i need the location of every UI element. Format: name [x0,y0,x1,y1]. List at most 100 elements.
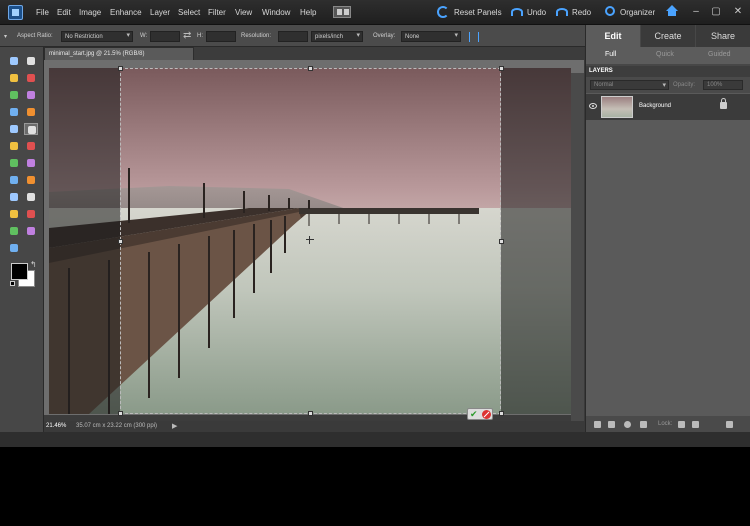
move-tool-icon[interactable] [7,55,21,67]
redo-button[interactable]: Redo [572,8,591,17]
minimize-button[interactable]: – [690,6,702,18]
organizer-icon[interactable] [605,6,615,16]
menu-select[interactable]: Select [178,8,200,17]
eyedropper-tool-icon[interactable] [24,72,38,84]
crop-handle-left[interactable] [118,239,123,244]
resolution-field[interactable] [278,31,308,42]
brush-tool-icon[interactable] [7,191,21,203]
reset-panels-button[interactable]: Reset Panels [454,8,502,17]
crop-handle-bottom-left[interactable] [118,411,123,416]
sponge-tool-icon[interactable] [7,242,21,254]
menu-image[interactable]: Image [79,8,101,17]
red-eye-tool-icon[interactable] [7,157,21,169]
hand-tool-icon[interactable] [7,72,21,84]
crop-handle-top-left[interactable] [118,66,123,71]
blur-tool-icon[interactable] [24,225,38,237]
tool-glyph [10,74,18,82]
crop-handle-right[interactable] [499,239,504,244]
new-layer-icon[interactable] [594,421,601,428]
width-field[interactable] [150,31,180,42]
tab-guided[interactable]: Guided [708,51,731,58]
quick-selection-tool-icon[interactable] [24,106,38,118]
eraser-tool-icon[interactable] [24,174,38,186]
delete-layer-icon[interactable] [726,421,733,428]
tab-create[interactable]: Create [641,25,695,47]
home-icon[interactable] [666,5,678,16]
spot-healing-tool-icon[interactable] [24,157,38,169]
layer-name: Background [639,103,672,109]
tab-quick[interactable]: Quick [656,51,674,58]
undo-icon[interactable] [511,8,523,16]
swap-dimensions-icon[interactable]: ⇄ [183,31,191,41]
lock-all-icon[interactable] [692,421,699,428]
layer-row-background[interactable]: Background [586,94,750,120]
paint-bucket-tool-icon[interactable] [7,208,21,220]
commit-crop-icon[interactable]: ✔ [470,409,478,420]
tool-glyph [10,57,18,65]
clone-stamp-tool-icon[interactable] [7,174,21,186]
tool-preset-picker[interactable]: ▾ [4,33,7,40]
arrange-layout-button[interactable] [333,6,351,18]
cancel-crop-icon[interactable] [482,410,491,419]
swap-colors-icon[interactable]: ↰ [30,260,37,269]
tab-edit[interactable]: Edit [586,25,640,47]
gradient-tool-icon[interactable] [24,208,38,220]
tool-glyph [27,74,35,82]
aspect-ratio-select[interactable]: No Restriction [61,31,133,42]
menu-help[interactable]: Help [300,8,316,17]
layer-thumbnail [601,96,633,118]
menu-view[interactable]: View [235,8,252,17]
reset-panels-icon[interactable] [437,6,449,18]
adjustment-layer-icon[interactable] [624,421,631,428]
document-tab[interactable]: minimal_start.jpg @ 21.5% (RGB/8) [44,47,194,60]
menu-file[interactable]: File [36,8,49,17]
marquee-tool-icon[interactable] [7,89,21,101]
lock-transparency-icon[interactable] [678,421,685,428]
crop-handle-top[interactable] [308,66,313,71]
foreground-color-swatch[interactable] [11,263,28,280]
resolution-units-select[interactable]: pixels/inch [311,31,363,42]
crop-tool-icon[interactable] [24,123,38,135]
smart-brush-tool-icon[interactable] [24,191,38,203]
menu-filter[interactable]: Filter [208,8,226,17]
recompose-tool-icon[interactable] [24,140,38,152]
magic-wand-tool-icon[interactable] [7,106,21,118]
new-group-icon[interactable] [608,421,615,428]
undo-button[interactable]: Undo [527,8,546,17]
info-menu-arrow-icon[interactable]: ▶ [172,422,177,430]
crop-handle-bottom[interactable] [308,411,313,416]
blend-mode-select[interactable]: Normal [590,80,669,90]
straighten-icon[interactable] [469,32,479,42]
tool-options-bar: ▾ Aspect Ratio: No Restriction W: ⇄ H: R… [0,25,585,47]
menu-layer[interactable]: Layer [150,8,170,17]
menu-enhance[interactable]: Enhance [110,8,142,17]
overlay-select[interactable]: None [401,31,461,42]
menu-edit[interactable]: Edit [57,8,71,17]
menu-window[interactable]: Window [262,8,290,17]
vertical-scrollbar[interactable] [571,73,584,428]
redo-icon[interactable] [556,8,568,16]
crop-handle-top-right[interactable] [499,66,504,71]
shape-tool-icon[interactable] [7,225,21,237]
canvas-area[interactable]: ✔ [44,60,584,428]
maximize-button[interactable]: ▢ [710,6,722,18]
type-tool-icon[interactable] [7,123,21,135]
lasso-tool-icon[interactable] [24,89,38,101]
tool-glyph [10,227,18,235]
zoom-level[interactable]: 21.46% [46,423,66,429]
tab-full[interactable]: Full [605,51,616,58]
app-logo-icon[interactable] [8,5,23,20]
tab-share[interactable]: Share [696,25,750,47]
close-button[interactable]: ✕ [732,6,744,18]
zoom-tool-icon[interactable] [24,55,38,67]
visibility-eye-icon[interactable] [589,103,597,109]
crop-handle-bottom-right[interactable] [499,411,504,416]
link-layers-icon[interactable] [640,421,647,428]
opacity-field[interactable]: 100% [703,80,743,90]
tool-glyph [10,193,18,201]
organizer-button[interactable]: Organizer [620,8,655,17]
default-colors-icon[interactable] [10,281,15,286]
cookie-cutter-tool-icon[interactable] [7,140,21,152]
height-field[interactable] [206,31,236,42]
height-label: H: [197,33,203,39]
